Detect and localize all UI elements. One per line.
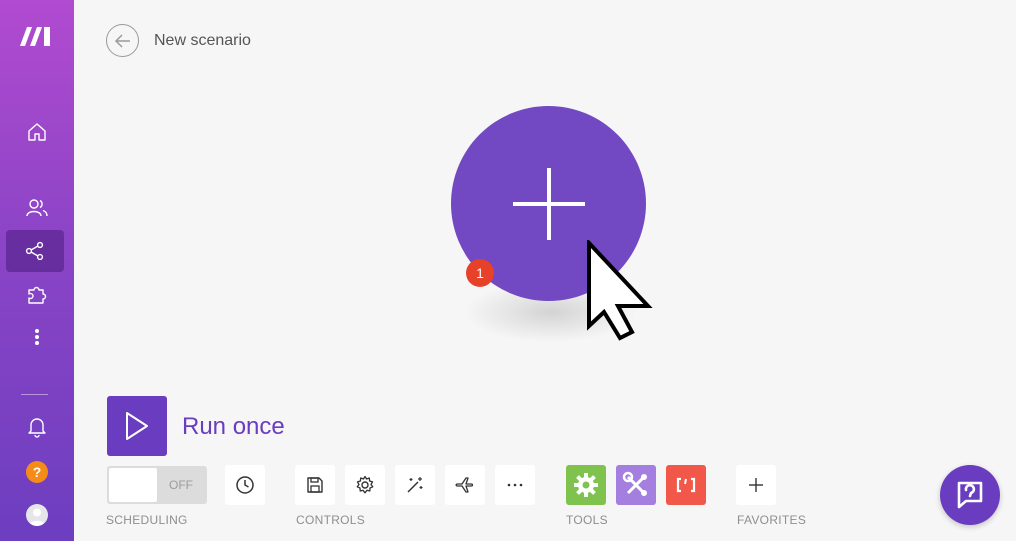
sidebar-item-help[interactable]: ?: [0, 452, 74, 492]
explain-flow-button[interactable]: [445, 465, 485, 505]
auto-align-button[interactable]: [395, 465, 435, 505]
run-once-button[interactable]: [107, 396, 167, 456]
sidebar-divider: [21, 394, 48, 395]
controls-label: CONTROLS: [296, 513, 366, 527]
make-logo-icon: [20, 27, 50, 46]
text-parser-tool-button[interactable]: [666, 465, 706, 505]
airplane-icon: [455, 477, 474, 493]
more-vertical-icon: [35, 329, 39, 345]
scheduling-label: SCHEDULING: [106, 513, 188, 527]
save-button[interactable]: [295, 465, 335, 505]
magic-wand-icon: [407, 477, 423, 493]
scenario-settings-button[interactable]: [345, 465, 385, 505]
plus-icon: [512, 167, 585, 240]
sidebar-item-notifications[interactable]: [0, 407, 74, 447]
back-button[interactable]: [106, 24, 139, 57]
support-chat-button[interactable]: [940, 465, 1000, 525]
play-icon: [126, 412, 148, 440]
sidebar-item-profile[interactable]: [0, 495, 74, 535]
help-icon: ?: [26, 461, 48, 483]
sidebar-item-scenarios[interactable]: [6, 230, 64, 272]
flow-control-tool-button[interactable]: [566, 465, 606, 505]
more-controls-button[interactable]: [495, 465, 535, 505]
puzzle-icon: [28, 286, 47, 304]
user-icon: [29, 508, 45, 526]
clock-icon: [236, 476, 254, 494]
chat-icon: [957, 481, 983, 509]
sidebar-item-team[interactable]: [0, 188, 74, 228]
users-icon: [26, 199, 48, 217]
bell-icon: [28, 418, 46, 438]
home-icon: [28, 123, 46, 141]
add-favorite-button[interactable]: [736, 465, 776, 505]
favorites-label: FAVORITES: [737, 513, 807, 527]
tools-label: TOOLS: [566, 513, 608, 527]
gear-icon: [356, 475, 374, 494]
tools-tool-button[interactable]: [616, 465, 656, 505]
plus-icon: [749, 478, 763, 492]
run-once-label[interactable]: Run once: [182, 413, 285, 441]
avatar: [26, 504, 48, 526]
sidebar-item-more[interactable]: [0, 317, 74, 357]
arrow-left-icon: [114, 33, 130, 48]
share-icon: [25, 241, 44, 261]
schedule-settings-button[interactable]: [225, 465, 265, 505]
cursor-icon: [587, 240, 653, 341]
module-number-badge: 1: [466, 259, 494, 287]
sidebar-item-apps[interactable]: [0, 274, 74, 314]
save-icon: [307, 477, 323, 493]
gear-icon: [574, 473, 598, 497]
toggle-state: OFF: [169, 478, 193, 492]
sidebar-item-home[interactable]: [0, 112, 74, 152]
page-title: New scenario: [154, 32, 251, 49]
sidebar: ?: [0, 0, 74, 541]
more-horizontal-icon: [507, 483, 523, 487]
tools-icon: [622, 471, 647, 496]
toggle-knob: [109, 468, 157, 502]
bracket-icon: [676, 477, 696, 493]
make-logo[interactable]: [0, 16, 74, 56]
scheduling-toggle[interactable]: OFF: [107, 466, 207, 504]
